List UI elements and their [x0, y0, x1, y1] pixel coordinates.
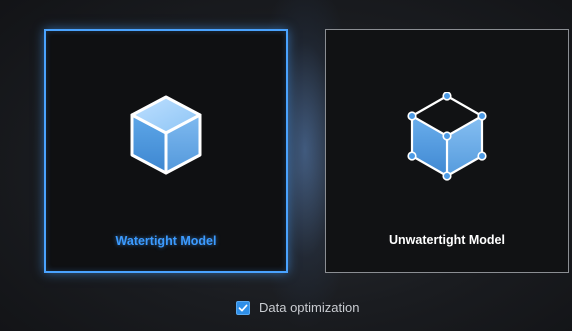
unwatertight-model-label: Unwatertight Model — [389, 233, 505, 247]
data-optimization-option[interactable]: Data optimization — [236, 300, 359, 315]
wireframe-cube-icon — [407, 92, 487, 181]
watertight-model-label: Watertight Model — [115, 234, 217, 248]
checkmark-icon — [238, 304, 248, 311]
data-optimization-checkbox[interactable] — [236, 300, 250, 315]
watertight-model-option[interactable]: Watertight Model — [44, 29, 288, 273]
solid-cube-icon — [130, 95, 202, 175]
unwatertight-model-option[interactable]: Unwatertight Model — [325, 29, 569, 273]
data-optimization-label: Data optimization — [259, 300, 360, 315]
